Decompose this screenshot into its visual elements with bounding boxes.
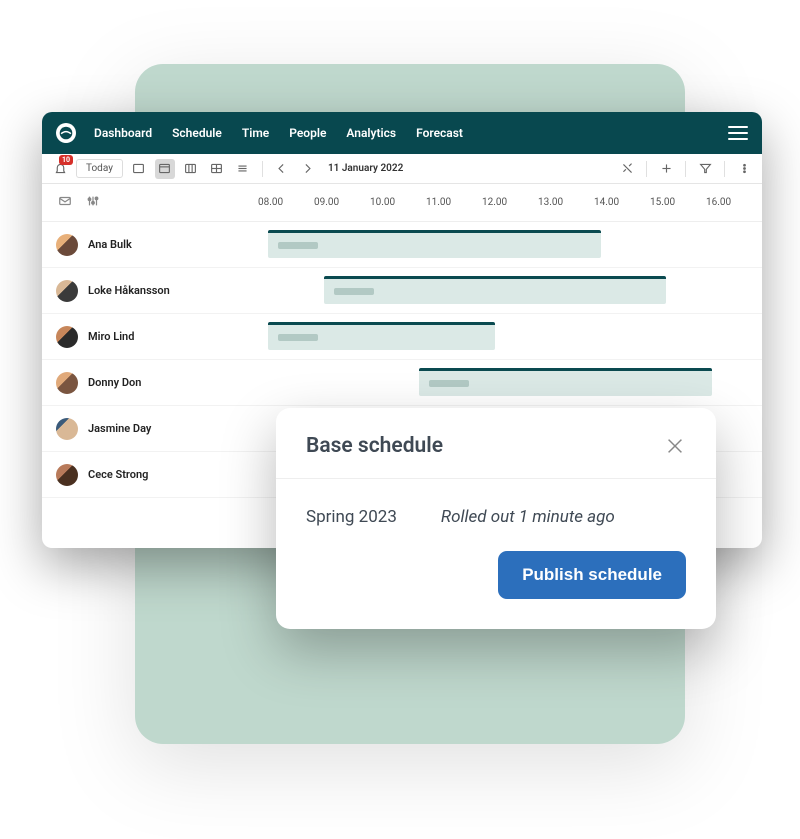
person-name: Cece Strong <box>88 468 148 481</box>
time-label: 08.00 <box>258 197 314 208</box>
view-single-icon[interactable] <box>129 159 149 179</box>
timeline-header: 08.00 09.00 10.00 11.00 12.00 13.00 14.0… <box>42 184 762 222</box>
notification-badge: 10 <box>59 155 73 165</box>
next-icon[interactable] <box>298 159 318 179</box>
time-label: 12.00 <box>482 197 538 208</box>
view-day-icon[interactable] <box>155 159 175 179</box>
nav-analytics[interactable]: Analytics <box>346 126 396 140</box>
top-nav-bar: Dashboard Schedule Time People Analytics… <box>42 112 762 154</box>
person-name: Donny Don <box>88 376 141 389</box>
nav-items: Dashboard Schedule Time People Analytics… <box>94 126 463 140</box>
nav-forecast[interactable]: Forecast <box>416 126 463 140</box>
time-label: 16.00 <box>706 197 762 208</box>
avatar <box>56 234 78 256</box>
notifications-icon[interactable]: 10 <box>50 159 70 179</box>
schedule-row: Miro Lind <box>42 314 762 360</box>
avatar <box>56 372 78 394</box>
avatar <box>56 464 78 486</box>
schedule-row: Donny Don <box>42 360 762 406</box>
time-label: 13.00 <box>538 197 594 208</box>
toolbar-separator <box>262 161 263 177</box>
view-week-icon[interactable] <box>181 159 201 179</box>
today-button[interactable]: Today <box>76 159 123 178</box>
view-list-icon[interactable] <box>233 159 253 179</box>
shift-block[interactable] <box>419 368 711 396</box>
rollout-status: Rolled out 1 minute ago <box>441 507 615 527</box>
base-schedule-modal: Base schedule Spring 2023 Rolled out 1 m… <box>276 408 716 629</box>
time-label: 15.00 <box>650 197 706 208</box>
time-label: 09.00 <box>314 197 370 208</box>
person-name: Loke Håkansson <box>88 284 170 297</box>
nav-time[interactable]: Time <box>242 126 269 140</box>
person-name: Jasmine Day <box>88 422 151 435</box>
time-label: 10.00 <box>370 197 426 208</box>
avatar <box>56 326 78 348</box>
time-label: 11.00 <box>426 197 482 208</box>
menu-icon[interactable] <box>728 126 748 140</box>
publish-schedule-button[interactable]: Publish schedule <box>498 551 686 599</box>
add-icon[interactable] <box>656 159 676 179</box>
mail-icon[interactable] <box>58 193 72 212</box>
prev-icon[interactable] <box>272 159 292 179</box>
schedule-row: Loke Håkansson <box>42 268 762 314</box>
person-name: Ana Bulk <box>88 238 132 251</box>
toolbar-separator <box>724 161 725 177</box>
modal-title: Base schedule <box>306 434 443 458</box>
toolbar: 10 Today 11 J <box>42 154 762 184</box>
schedule-period-label: Spring 2023 <box>306 507 397 527</box>
filter-icon[interactable] <box>695 159 715 179</box>
nav-dashboard[interactable]: Dashboard <box>94 126 152 140</box>
toolbar-separator <box>646 161 647 177</box>
avatar <box>56 418 78 440</box>
person-name: Miro Lind <box>88 330 134 343</box>
sliders-icon[interactable] <box>86 193 100 212</box>
view-grid-icon[interactable] <box>207 159 227 179</box>
nav-people[interactable]: People <box>289 126 326 140</box>
shift-block[interactable] <box>268 322 495 350</box>
nav-schedule[interactable]: Schedule <box>172 126 222 140</box>
shift-block[interactable] <box>268 230 601 258</box>
schedule-row: Ana Bulk <box>42 222 762 268</box>
close-icon[interactable] <box>664 435 686 457</box>
signal-off-icon[interactable] <box>617 159 637 179</box>
app-logo-icon <box>56 123 76 143</box>
current-date-label: 11 January 2022 <box>328 163 403 174</box>
toolbar-separator <box>685 161 686 177</box>
time-label: 14.00 <box>594 197 650 208</box>
shift-block[interactable] <box>324 276 667 304</box>
avatar <box>56 280 78 302</box>
more-icon[interactable] <box>734 159 754 179</box>
